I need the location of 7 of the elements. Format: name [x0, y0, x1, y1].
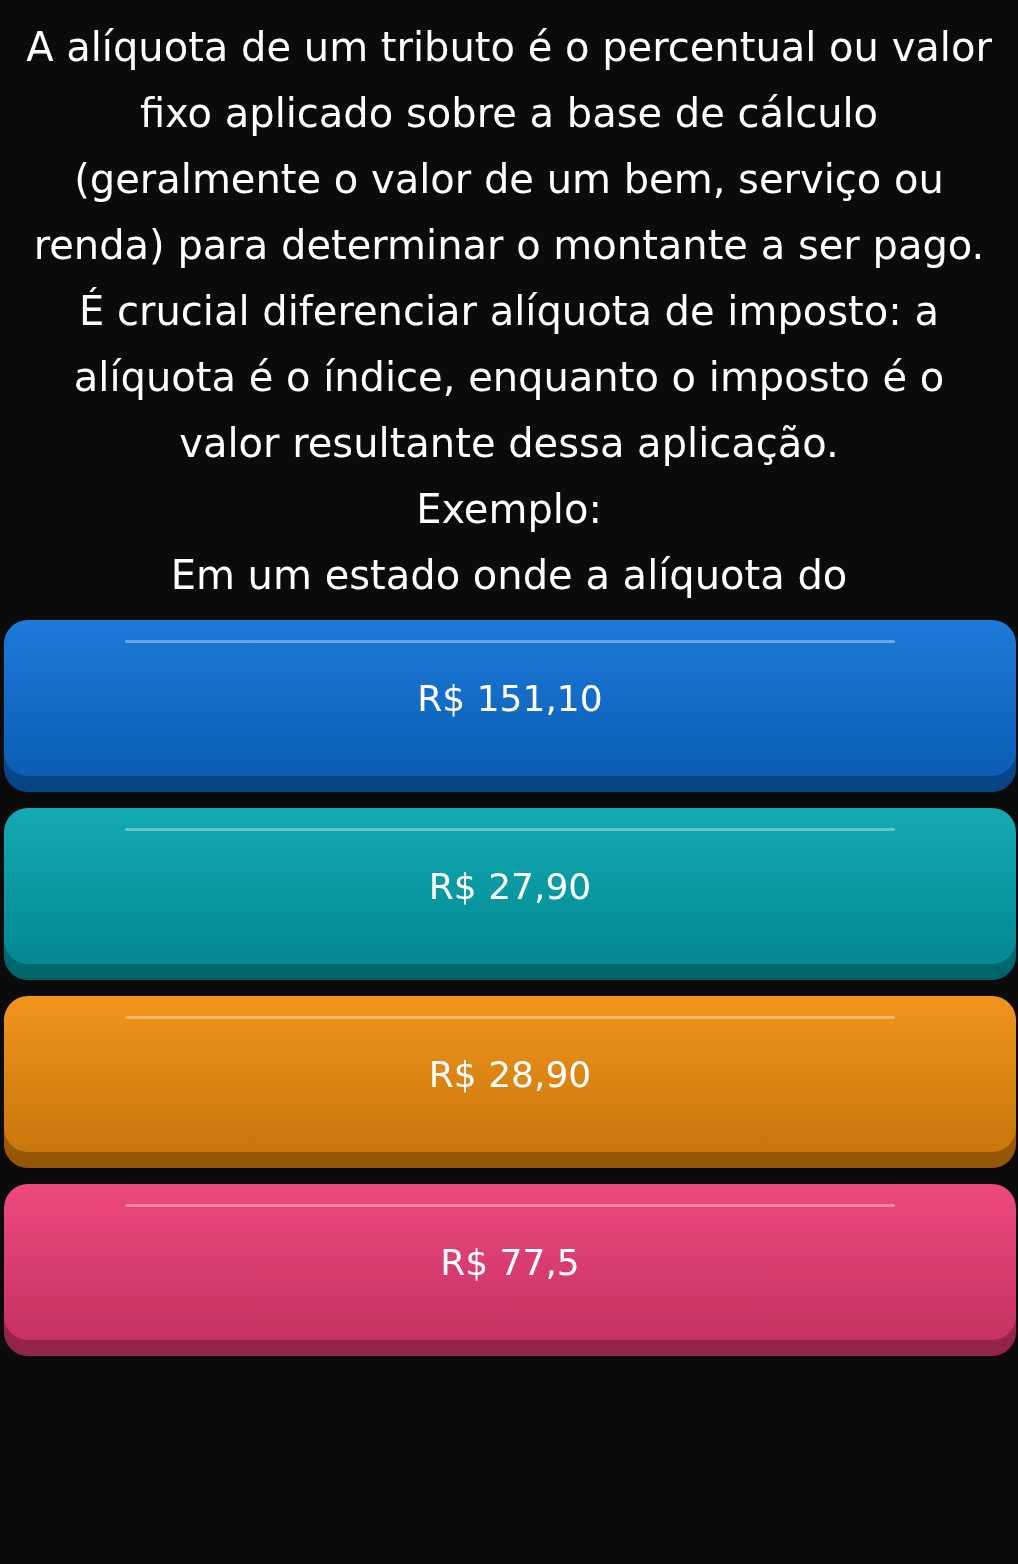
- answer-button[interactable]: R$ 77,5: [4, 1184, 1016, 1356]
- answer-button[interactable]: R$ 27,90: [4, 808, 1016, 980]
- answer-button[interactable]: R$ 28,90: [4, 996, 1016, 1168]
- answer-button[interactable]: R$ 151,10: [4, 620, 1016, 792]
- example-text: Em um estado onde a alíquota do: [169, 551, 849, 600]
- example-label: Exemplo:: [415, 485, 603, 534]
- question-text: A alíquota de um tributo é o percentual ou valor fixo aplicado sobre a base de cálculo (geralmente o valor de um bem, serviço ou renda) para determinar o montante a ser pago. É crucial diferenciar alíquota de imposto: a alíquota é o índice, enquanto o imposto é o valor resultante dessa aplicação.: [25, 23, 993, 468]
